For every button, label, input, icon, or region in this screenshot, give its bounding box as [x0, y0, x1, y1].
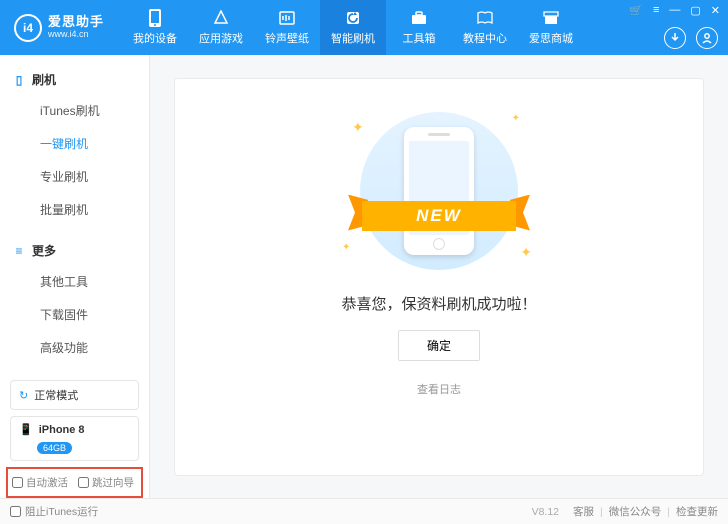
nav-tutorial[interactable]: 教程中心 — [452, 0, 518, 55]
menu-icon: ≡ — [12, 244, 26, 258]
toolbox-icon — [410, 9, 428, 27]
nav-label: 铃声壁纸 — [265, 30, 309, 46]
result-panel: NEW ✦ ✦ ✦ ✦ 恭喜您，保资料刷机成功啦！ 确定 查看日志 — [174, 78, 704, 476]
logo-title: 爱思助手 — [48, 15, 104, 29]
mode-box[interactable]: ↻ 正常模式 — [10, 380, 139, 410]
nav-toolbox[interactable]: 工具箱 — [386, 0, 452, 55]
nav-my-device[interactable]: 我的设备 — [122, 0, 188, 55]
nav-apps-games[interactable]: 应用游戏 — [188, 0, 254, 55]
sparkle-icon: ✦ — [520, 244, 532, 261]
nav-label: 智能刷机 — [331, 30, 375, 46]
version-label: V8.12 — [532, 506, 559, 518]
main-area: NEW ✦ ✦ ✦ ✦ 恭喜您，保资料刷机成功啦！ 确定 查看日志 — [150, 55, 728, 498]
section-title: 更多 — [32, 242, 56, 259]
sidebar-item-download-fw[interactable]: 下载固件 — [0, 298, 149, 331]
main-nav: 我的设备 应用游戏 铃声壁纸 智能刷机 工具箱 教程中心 爱思商城 — [122, 0, 584, 55]
store-icon — [542, 9, 560, 27]
maximize-button[interactable]: ▢ — [688, 4, 702, 17]
nav-label: 教程中心 — [463, 30, 507, 46]
section-title: 刷机 — [32, 71, 56, 88]
wallpaper-icon — [278, 9, 296, 27]
nav-label: 我的设备 — [133, 30, 177, 46]
nav-label: 应用游戏 — [199, 30, 243, 46]
success-message: 恭喜您，保资料刷机成功啦！ — [341, 293, 536, 314]
nav-label: 工具箱 — [403, 30, 436, 46]
sidebar-item-other-tools[interactable]: 其他工具 — [0, 265, 149, 298]
success-illustration: NEW ✦ ✦ ✦ ✦ — [334, 107, 544, 275]
minimize-button[interactable]: — — [667, 4, 682, 17]
logo-subtitle: www.i4.cn — [48, 30, 104, 40]
cart-icon[interactable]: 🛒 — [627, 4, 645, 17]
close-button[interactable]: ✕ — [709, 4, 722, 17]
storage-badge: 64GB — [37, 442, 72, 454]
sidebar-item-batch-flash[interactable]: 批量刷机 — [0, 193, 149, 226]
app-logo: i4 爱思助手 www.i4.cn — [14, 14, 104, 42]
logo-mark: i4 — [14, 14, 42, 42]
nav-store[interactable]: 爱思商城 — [518, 0, 584, 55]
flash-icon — [344, 9, 362, 27]
refresh-icon: ↻ — [19, 389, 28, 402]
device-box[interactable]: 📱 iPhone 8 64GB — [10, 416, 139, 461]
book-icon — [476, 9, 494, 27]
phone-icon — [146, 9, 164, 27]
status-bar: 阻止iTunes运行 V8.12 客服 | 微信公众号 | 检查更新 — [0, 498, 728, 524]
nav-smart-flash[interactable]: 智能刷机 — [320, 0, 386, 55]
sidebar-item-oneclick-flash[interactable]: 一键刷机 — [0, 127, 149, 160]
sparkle-icon: ✦ — [352, 119, 364, 136]
footer-link-wechat[interactable]: 微信公众号 — [609, 504, 662, 519]
sparkle-icon: ✦ — [342, 242, 350, 253]
nav-ring-wallpaper[interactable]: 铃声壁纸 — [254, 0, 320, 55]
nav-label: 爱思商城 — [529, 30, 573, 46]
block-itunes-checkbox[interactable]: 阻止iTunes运行 — [10, 504, 98, 519]
options-row: 自动激活 跳过向导 — [6, 467, 143, 498]
device-icon: 📱 — [19, 423, 33, 436]
phone-outline-icon: ▯ — [12, 73, 26, 87]
footer-link-support[interactable]: 客服 — [573, 504, 594, 519]
device-name: iPhone 8 — [39, 424, 85, 436]
settings-icon[interactable]: ≡ — [651, 4, 661, 17]
mode-label: 正常模式 — [34, 387, 78, 403]
ribbon-new: NEW — [362, 201, 516, 231]
apps-icon — [212, 9, 230, 27]
view-log-link[interactable]: 查看日志 — [417, 381, 461, 397]
ok-button[interactable]: 确定 — [398, 330, 480, 361]
download-button[interactable] — [664, 27, 686, 49]
sidebar-item-advanced[interactable]: 高级功能 — [0, 331, 149, 364]
user-button[interactable] — [696, 27, 718, 49]
sidebar-item-itunes-flash[interactable]: iTunes刷机 — [0, 94, 149, 127]
sidebar-section-flash: ▯ 刷机 — [0, 65, 149, 94]
footer-link-update[interactable]: 检查更新 — [676, 504, 718, 519]
sidebar: ▯ 刷机 iTunes刷机 一键刷机 专业刷机 批量刷机 ≡ 更多 其他工具 下… — [0, 55, 150, 498]
skip-guide-checkbox[interactable]: 跳过向导 — [78, 475, 134, 490]
sidebar-section-more: ≡ 更多 — [0, 236, 149, 265]
auto-activate-checkbox[interactable]: 自动激活 — [12, 475, 68, 490]
sidebar-item-pro-flash[interactable]: 专业刷机 — [0, 160, 149, 193]
sparkle-icon: ✦ — [512, 113, 520, 124]
window-controls: 🛒 ≡ — ▢ ✕ — [627, 4, 722, 17]
